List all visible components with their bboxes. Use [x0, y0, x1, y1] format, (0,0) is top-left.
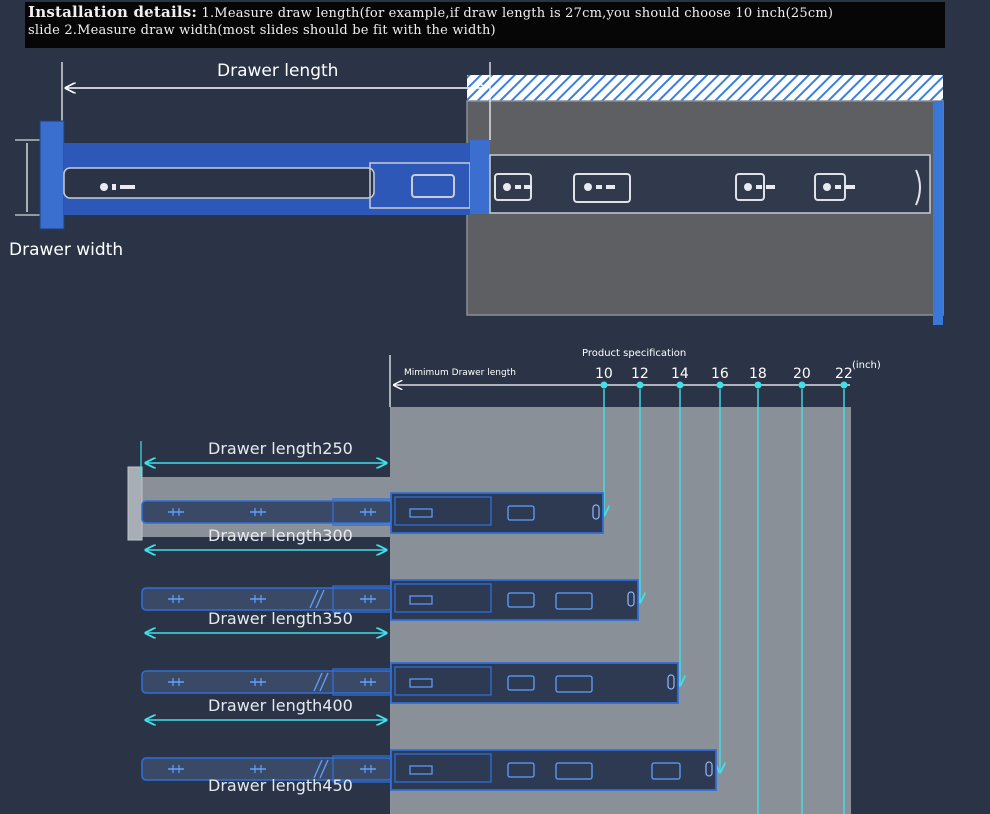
unit-label: (inch) — [852, 360, 881, 371]
drawer-width-label: Drawer width — [9, 240, 124, 260]
size-dot-10 — [600, 381, 608, 389]
product-spec-label: Product specification — [582, 348, 687, 359]
size-label-14: 14 — [671, 366, 689, 382]
slide-diagram — [15, 62, 944, 814]
size-label-12: 12 — [631, 366, 649, 382]
size-label-10: 10 — [595, 366, 613, 382]
size-label-16: 16 — [711, 366, 729, 382]
drawer-length-label: Drawer length — [217, 61, 339, 81]
size-dot-14 — [676, 381, 684, 389]
size-dot-22 — [840, 381, 848, 389]
row-label-2: Drawer length300 — [208, 526, 353, 545]
size-dot-20 — [798, 381, 806, 389]
drawer-width-dimension — [15, 139, 40, 216]
size-dot-16 — [716, 381, 724, 389]
size-dot-12 — [636, 381, 644, 389]
size-label-18: 18 — [749, 366, 767, 382]
row-label-5: Drawer length450 — [208, 776, 353, 795]
size-label-22: 22 — [835, 366, 853, 382]
size-dot-18 — [754, 381, 762, 389]
row-label-4: Drawer length400 — [208, 696, 353, 715]
min-drawer-label: Mimimum Drawer length — [404, 368, 516, 378]
row-label-3: Drawer length350 — [208, 609, 353, 628]
row-label-1: Drawer length250 — [208, 439, 353, 458]
size-label-20: 20 — [793, 366, 811, 382]
